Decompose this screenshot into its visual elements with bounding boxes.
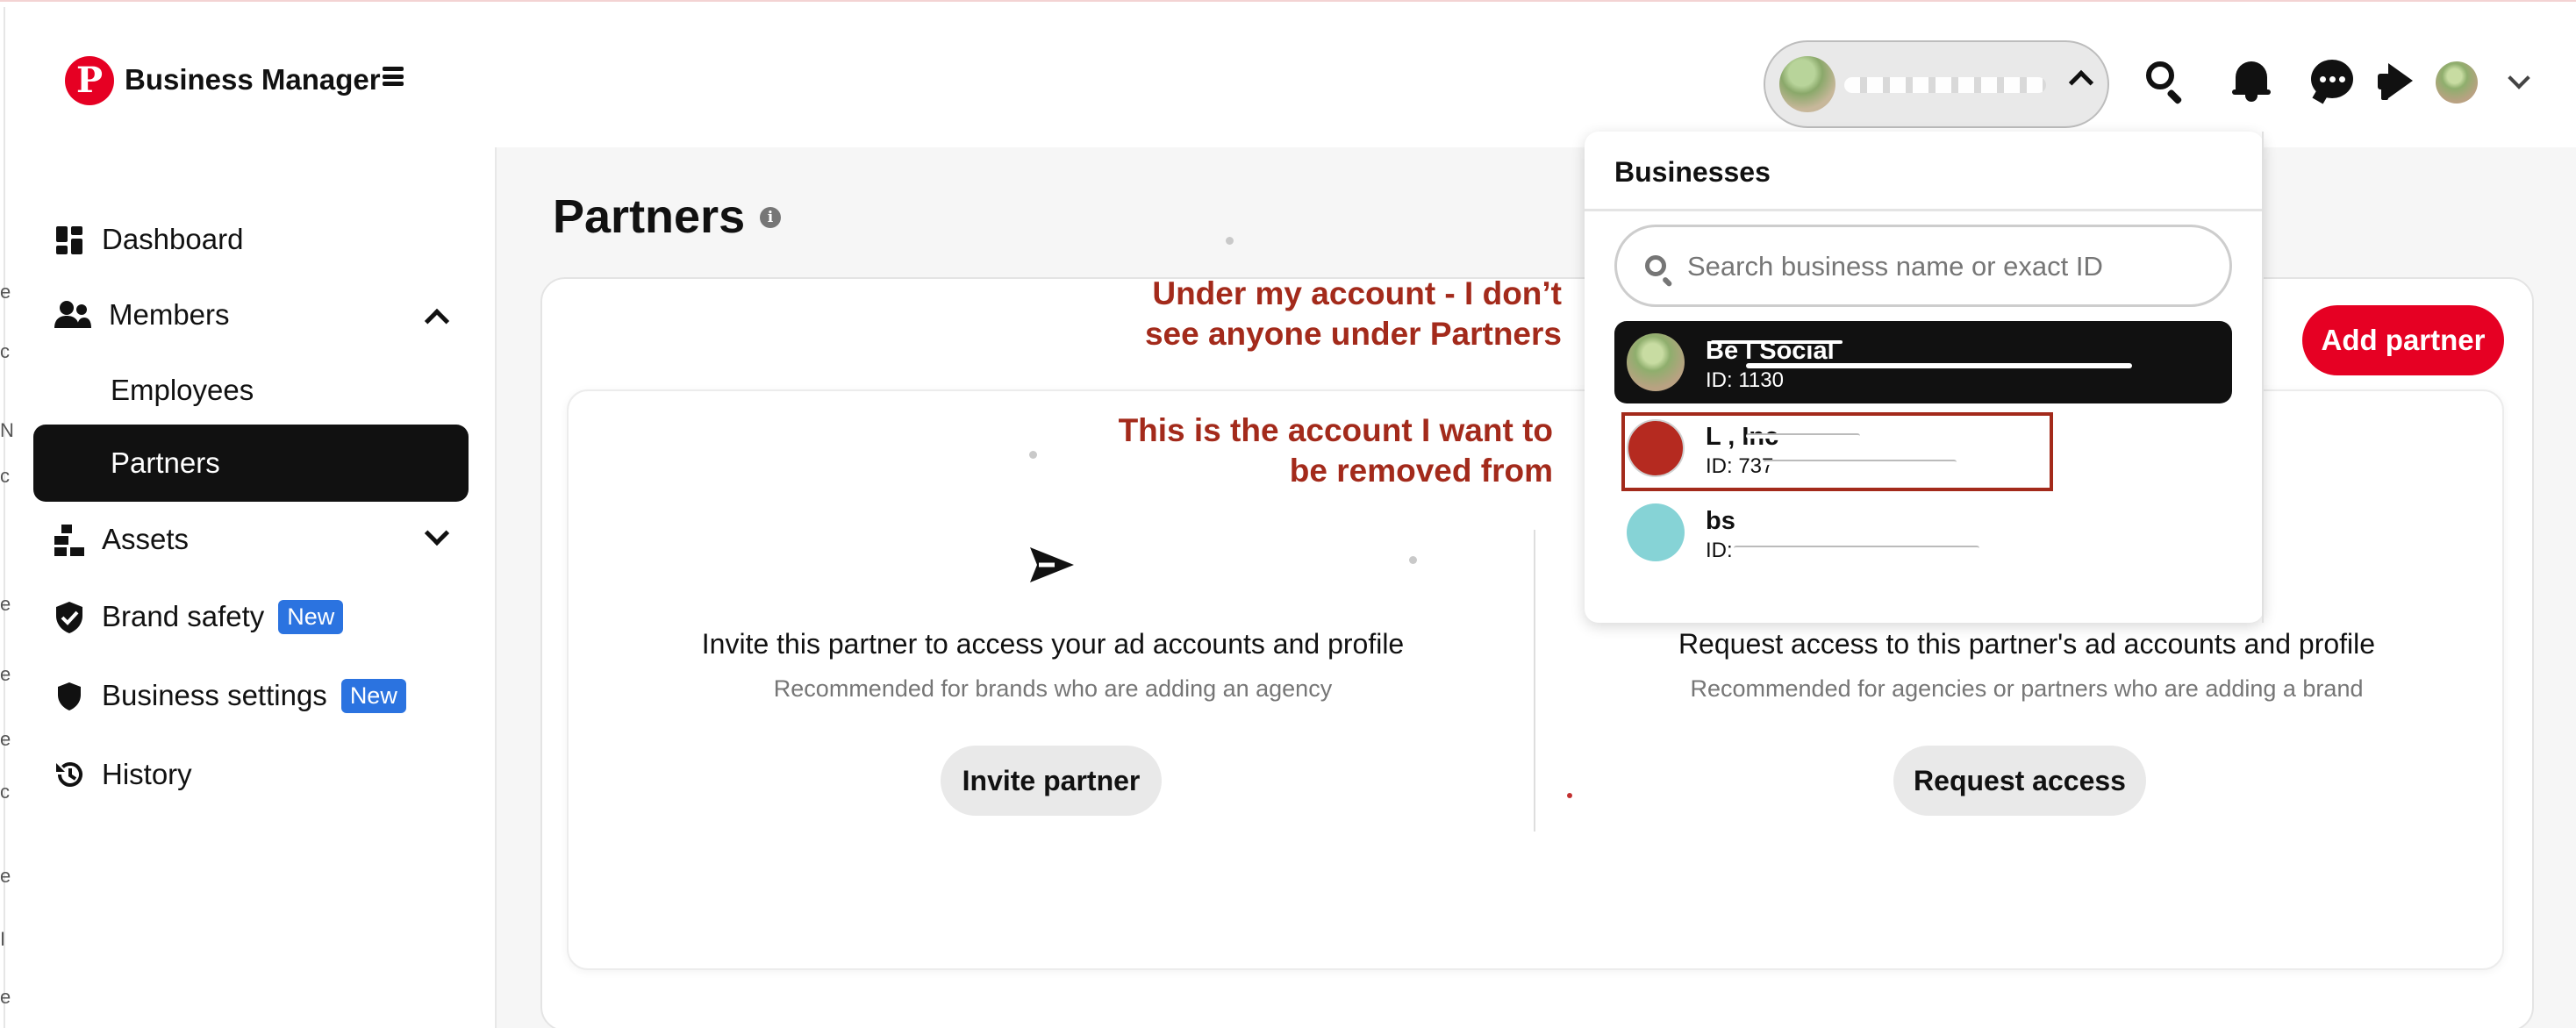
top-header: P Business Manager (0, 7, 2576, 147)
sidebar-item-label: Members (109, 298, 230, 331)
new-badge: New (278, 599, 344, 634)
edge-fragment: c (0, 781, 10, 803)
invite-subtitle: Recommended for brands who are adding an… (773, 675, 1333, 702)
scribble-redaction (1746, 363, 2132, 368)
edge-fragment: e (0, 865, 11, 887)
edge-fragment: e (0, 728, 11, 750)
invite-title: Invite this partner to access your ad ac… (701, 628, 1405, 660)
pinterest-logo-icon[interactable]: P (65, 56, 114, 105)
business-avatar (1627, 503, 1685, 561)
sidebar-item-label: Business settings (102, 679, 327, 711)
annotation-top: Under my account - I don’t see anyone un… (1144, 275, 1562, 352)
request-subtitle: Recommended for agencies or partners who… (1690, 675, 2364, 702)
sidebar-item-business-settings[interactable]: Business settings New (33, 658, 469, 733)
stray-dot (1226, 237, 1234, 245)
business-avatar (1627, 333, 1685, 391)
sidebar-item-history[interactable]: History (33, 737, 469, 812)
sidebar-item-members[interactable]: Members (33, 277, 469, 353)
edge-fragment: c (0, 340, 10, 362)
stray-dot (1409, 556, 1417, 564)
business-search-input[interactable] (1687, 243, 2214, 290)
business-id: ID: 1130 (1706, 368, 1784, 392)
businesses-dropdown: Businesses Be l Social ID: 1130 L , Inc … (1585, 132, 2264, 623)
business-switcher[interactable] (1764, 40, 2109, 128)
business-name: bs (1706, 507, 1735, 535)
scribble-redaction (1711, 340, 1843, 344)
members-icon (54, 300, 91, 330)
business-avatar (1779, 56, 1835, 112)
scrollbar[interactable] (2262, 132, 2264, 623)
edge-fragment: e (0, 593, 11, 615)
edge-fragment: e (0, 986, 11, 1008)
stray-dot (1567, 793, 1572, 798)
invite-partner-button[interactable]: Invite partner (941, 746, 1162, 816)
add-partner-button[interactable]: Add partner (2302, 305, 2504, 375)
sidebar-item-employees[interactable]: Employees (33, 353, 469, 428)
sidebar-item-brand-safety[interactable]: Brand safety New (33, 579, 469, 654)
bell-icon[interactable] (2229, 58, 2274, 104)
app-title: Business Manager (125, 63, 381, 96)
send-icon (1030, 547, 1074, 582)
sidebar-item-label: Employees (111, 374, 254, 406)
edge-fragment: e (0, 663, 11, 685)
redacted-business-name (1844, 77, 2046, 93)
chevron-up-icon (2068, 69, 2094, 96)
business-search-field[interactable] (1614, 225, 2232, 307)
search-icon[interactable] (2143, 58, 2188, 105)
history-icon (54, 760, 84, 789)
assets-icon (54, 525, 84, 556)
column-divider (1534, 530, 1535, 832)
sidebar-item-label: Dashboard (102, 223, 244, 255)
highlight-box (1621, 412, 2053, 491)
chevron-down-icon[interactable] (2508, 67, 2530, 89)
edge-fragment: I (0, 928, 6, 950)
shield-icon (54, 681, 84, 710)
sidebar: Dashboard Members Employees Partners Ass… (7, 147, 495, 1028)
scribble-redaction (1734, 546, 1979, 551)
business-id: ID: (1706, 539, 1733, 562)
sidebar-item-dashboard[interactable]: Dashboard (33, 202, 469, 277)
window-top-edge (0, 0, 2576, 7)
business-option[interactable]: Be l Social ID: 1130 (1614, 321, 2232, 403)
edge-fragment: e (0, 281, 11, 303)
edge-fragment: c (0, 465, 10, 487)
sidebar-item-label: Brand safety (102, 600, 265, 632)
page-title: Partners (553, 190, 746, 243)
divider (1585, 209, 2264, 211)
chevron-down-icon[interactable] (424, 520, 450, 546)
shield-check-icon (54, 602, 84, 633)
request-title: Request access to this partner's ad acco… (1678, 628, 2376, 660)
business-option[interactable]: bs ID: (1614, 491, 2232, 574)
sidebar-item-label: Partners (111, 446, 220, 479)
sidebar-item-assets[interactable]: Assets (33, 502, 469, 577)
info-icon[interactable]: i (760, 207, 781, 228)
chevron-up-icon[interactable] (424, 308, 450, 334)
chat-icon[interactable] (2309, 58, 2355, 104)
search-icon (1643, 253, 1675, 288)
sidebar-item-label: Assets (102, 523, 190, 555)
user-avatar[interactable] (2436, 61, 2478, 104)
edge-fragment: N (0, 419, 14, 441)
sidebar-item-label: History (102, 758, 192, 790)
dropdown-title: Businesses (1614, 156, 1771, 188)
request-access-button[interactable]: Request access (1893, 746, 2146, 816)
menu-icon[interactable] (383, 65, 404, 88)
megaphone-icon[interactable] (2372, 58, 2418, 104)
sidebar-item-partners[interactable]: Partners (33, 425, 469, 502)
new-badge: New (340, 678, 406, 713)
dashboard-icon (54, 225, 84, 254)
annotation-middle: This is the account I want to be removed… (1118, 412, 1553, 489)
